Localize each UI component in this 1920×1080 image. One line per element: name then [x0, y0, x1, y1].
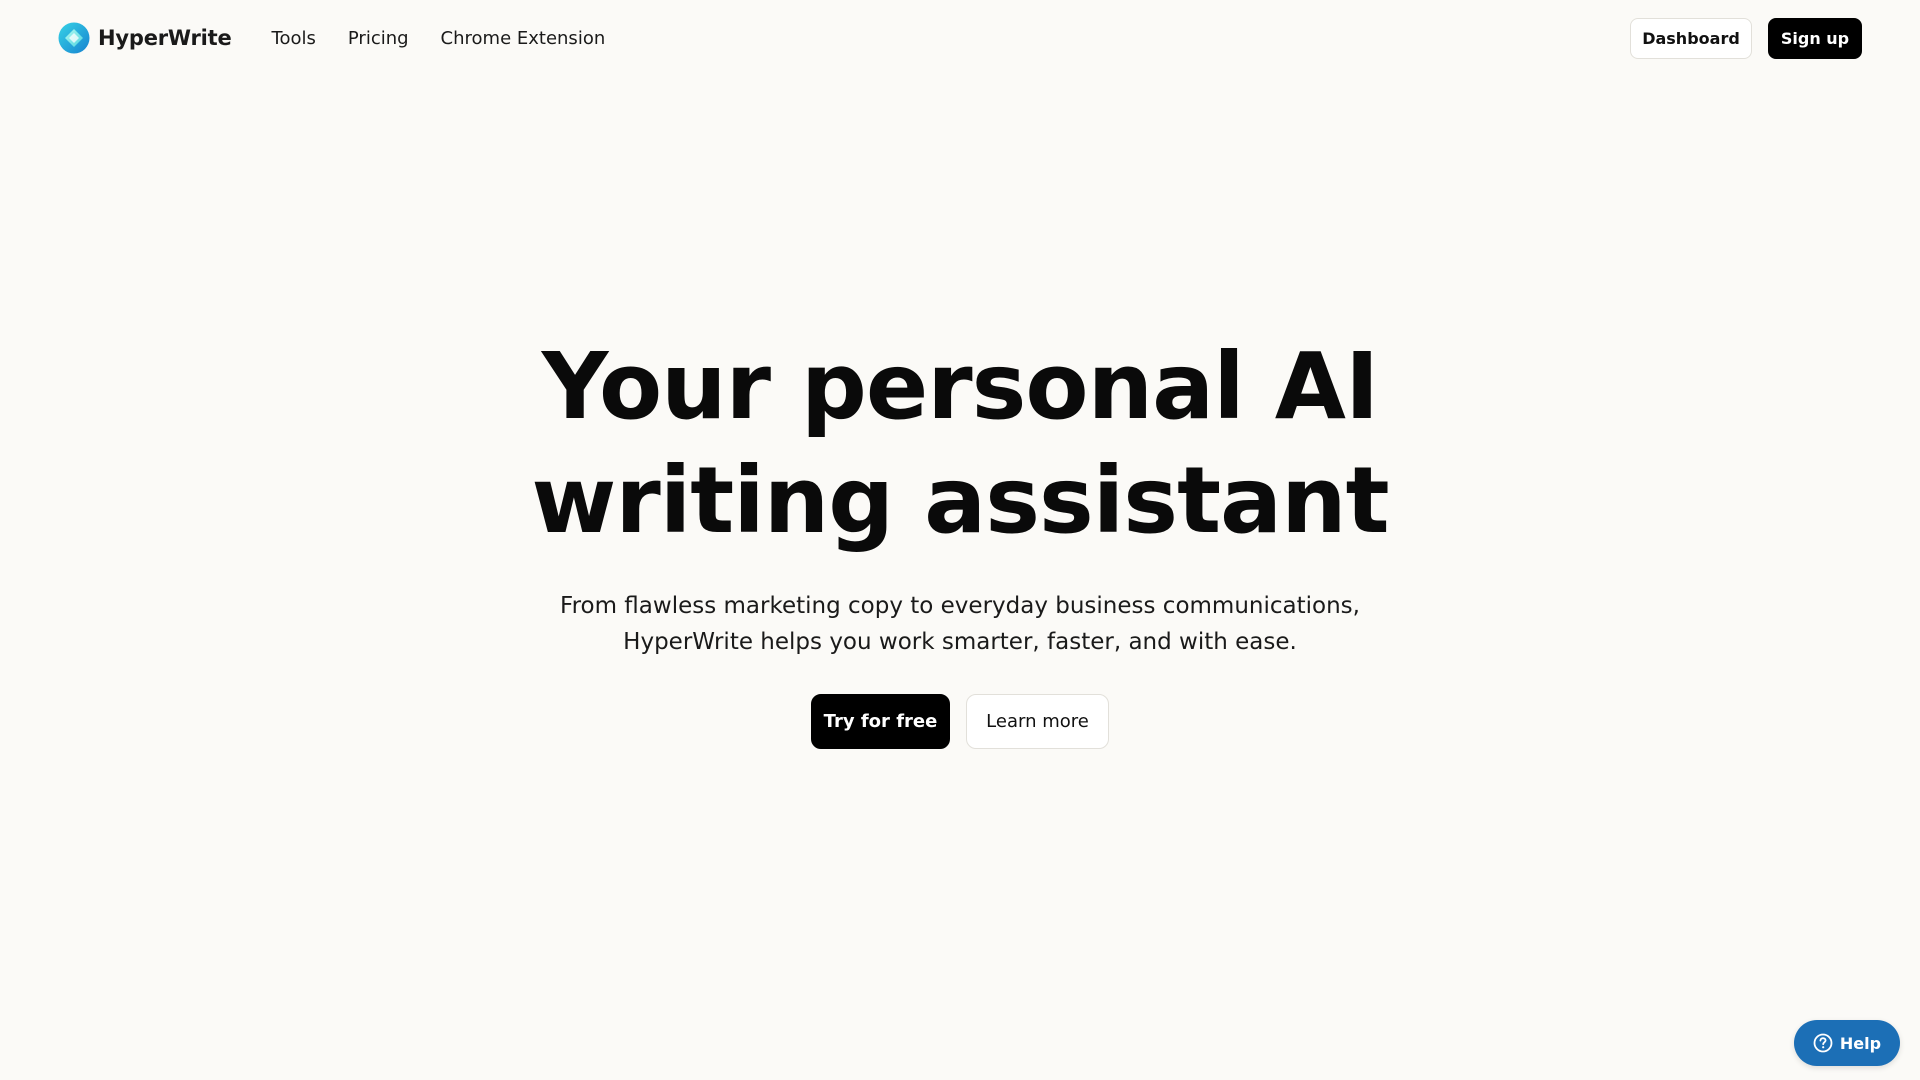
question-circle-icon	[1813, 1033, 1833, 1053]
hyperwrite-logo-icon	[58, 22, 90, 54]
nav-link-tools[interactable]: Tools	[272, 28, 316, 49]
hero-subtitle-line-2: HyperWrite helps you work smarter, faste…	[623, 629, 1297, 655]
brand-home-link[interactable]: HyperWrite	[58, 22, 232, 54]
try-for-free-button[interactable]: Try for free	[811, 694, 950, 749]
hero-subtitle: From flawless marketing copy to everyday…	[560, 588, 1360, 660]
hero-subtitle-line-1: From flawless marketing copy to everyday…	[560, 593, 1360, 619]
help-button[interactable]: Help	[1794, 1020, 1900, 1066]
nav-link-chrome-extension[interactable]: Chrome Extension	[441, 28, 606, 49]
nav-link-pricing[interactable]: Pricing	[348, 28, 409, 49]
main-nav: Tools Pricing Chrome Extension	[272, 28, 606, 49]
sign-up-button[interactable]: Sign up	[1768, 17, 1862, 59]
top-navigation-bar: HyperWrite Tools Pricing Chrome Extensio…	[0, 0, 1920, 76]
hero-section: Your personal AI writing assistant From …	[0, 330, 1920, 749]
brand-name: HyperWrite	[98, 26, 232, 50]
header-actions: Dashboard Sign up	[1630, 17, 1862, 59]
learn-more-button[interactable]: Learn more	[966, 694, 1109, 749]
hero-actions: Try for free Learn more	[811, 694, 1109, 749]
hero-title-line-1: Your personal AI	[541, 333, 1379, 440]
hero-title: Your personal AI writing assistant	[531, 330, 1389, 558]
hero-title-line-2: writing assistant	[531, 447, 1389, 554]
help-label: Help	[1839, 1033, 1882, 1053]
dashboard-button[interactable]: Dashboard	[1630, 17, 1752, 59]
